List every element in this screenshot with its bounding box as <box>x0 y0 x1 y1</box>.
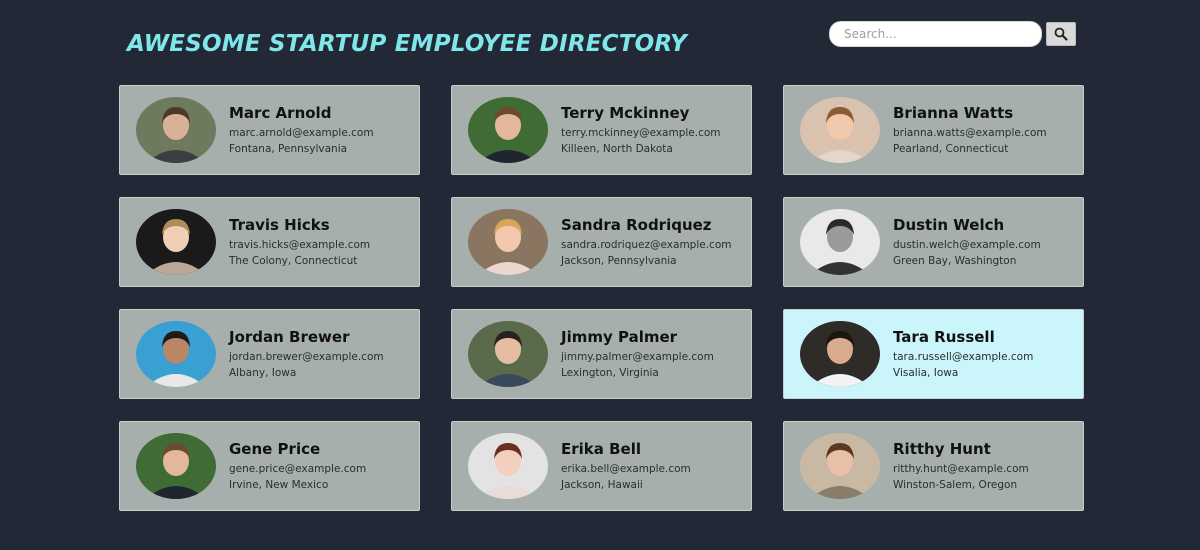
search-form <box>829 21 1076 47</box>
employee-name: Terry Mckinney <box>561 103 690 122</box>
employee-email: jimmy.palmer@example.com <box>561 350 714 363</box>
employee-location: The Colony, Connecticut <box>229 254 358 267</box>
employee-name: Gene Price <box>229 439 321 458</box>
employee-email: erika.bell@example.com <box>561 462 691 475</box>
avatar <box>136 97 216 163</box>
employee-info: Jimmy Palmer jimmy.palmer@example.com Lexi… <box>561 328 714 381</box>
employee-card[interactable]: Brianna Watts brianna.watts@example.com Pe… <box>783 85 1084 175</box>
employee-email: jordan.brewer@example.com <box>229 350 384 363</box>
employee-info: Travis Hicks travis.hicks@example.com The … <box>229 216 370 269</box>
employee-name: Jimmy Palmer <box>561 327 678 346</box>
employee-card[interactable]: Tara Russell tara.russell@example.com Visa… <box>783 309 1084 399</box>
employee-info: Erika Bell erika.bell@example.com Jackson,… <box>561 440 691 493</box>
employee-name: Brianna Watts <box>893 103 1014 122</box>
employee-info: Sandra Rodriquez sandra.rodriquez@example… <box>561 216 731 269</box>
employee-info: Tara Russell tara.russell@example.com Visa… <box>893 328 1033 381</box>
employee-info: Gene Price gene.price@example.com Irvine, … <box>229 440 366 493</box>
search-button[interactable] <box>1046 22 1076 46</box>
employee-location: Winston-Salem, Oregon <box>893 478 1018 491</box>
employee-card[interactable]: Travis Hicks travis.hicks@example.com The … <box>119 197 420 287</box>
avatar <box>468 97 548 163</box>
employee-info: Dustin Welch dustin.welch@example.com Gree… <box>893 216 1041 269</box>
employee-location: Pearland, Connecticut <box>893 142 1009 155</box>
employee-info: Jordan Brewer jordan.brewer@example.com Al… <box>229 328 384 381</box>
employee-email: ritthy.hunt@example.com <box>893 462 1029 475</box>
employee-info: Marc Arnold marc.arnold@example.com Fontan… <box>229 104 374 157</box>
employee-name: Sandra Rodriquez <box>561 215 712 234</box>
employee-card[interactable]: Dustin Welch dustin.welch@example.com Gree… <box>783 197 1084 287</box>
employee-location: Jackson, Hawaii <box>561 478 643 491</box>
avatar <box>136 433 216 499</box>
employee-location: Irvine, New Mexico <box>229 478 329 491</box>
employee-name: Erika Bell <box>561 439 641 458</box>
avatar <box>800 209 880 275</box>
employee-location: Visalia, Iowa <box>893 366 959 379</box>
employee-location: Jackson, Pennsylvania <box>561 254 677 267</box>
employee-email: tara.russell@example.com <box>893 350 1034 363</box>
avatar <box>136 321 216 387</box>
avatar <box>468 433 548 499</box>
employee-location: Fontana, Pennsylvania <box>229 142 348 155</box>
employee-grid: Marc Arnold marc.arnold@example.com Fontan… <box>119 85 1084 511</box>
employee-card[interactable]: Erika Bell erika.bell@example.com Jackson,… <box>451 421 752 511</box>
employee-email: marc.arnold@example.com <box>229 126 374 139</box>
avatar <box>468 209 548 275</box>
avatar <box>136 209 216 275</box>
search-input[interactable] <box>829 21 1042 47</box>
employee-name: Ritthy Hunt <box>893 439 991 458</box>
avatar <box>800 433 880 499</box>
magnifier-icon <box>1054 27 1068 41</box>
employee-name: Travis Hicks <box>229 215 330 234</box>
employee-card[interactable]: Jimmy Palmer jimmy.palmer@example.com Lexi… <box>451 309 752 399</box>
employee-email: brianna.watts@example.com <box>893 126 1047 139</box>
employee-name: Dustin Welch <box>893 215 1005 234</box>
employee-card[interactable]: Gene Price gene.price@example.com Irvine, … <box>119 421 420 511</box>
avatar <box>800 97 880 163</box>
employee-card[interactable]: Sandra Rodriquez sandra.rodriquez@example… <box>451 197 752 287</box>
employee-email: travis.hicks@example.com <box>229 238 371 251</box>
employee-name: Jordan Brewer <box>229 327 350 346</box>
employee-card[interactable]: Ritthy Hunt ritthy.hunt@example.com Winsto… <box>783 421 1084 511</box>
employee-location: Albany, Iowa <box>229 366 297 379</box>
employee-info: Ritthy Hunt ritthy.hunt@example.com Winsto… <box>893 440 1029 493</box>
employee-card[interactable]: Marc Arnold marc.arnold@example.com Fontan… <box>119 85 420 175</box>
employee-card[interactable]: Jordan Brewer jordan.brewer@example.com Al… <box>119 309 420 399</box>
avatar <box>468 321 548 387</box>
employee-email: terry.mckinney@example.com <box>561 126 721 139</box>
page-title: AWESOME STARTUP EMPLOYEE DIRECTORY <box>127 31 688 57</box>
employee-email: gene.price@example.com <box>229 462 367 475</box>
employee-email: sandra.rodriquez@example.com <box>561 238 732 251</box>
avatar <box>800 321 880 387</box>
employee-info: Brianna Watts brianna.watts@example.com Pe… <box>893 104 1047 157</box>
employee-location: Killeen, North Dakota <box>561 142 673 155</box>
employee-location: Green Bay, Washington <box>893 254 1017 267</box>
employee-name: Marc Arnold <box>229 103 332 122</box>
employee-info: Terry Mckinney terry.mckinney@example.com… <box>561 104 721 157</box>
employee-card[interactable]: Terry Mckinney terry.mckinney@example.com… <box>451 85 752 175</box>
employee-name: Tara Russell <box>893 327 995 346</box>
employee-location: Lexington, Virginia <box>561 366 659 379</box>
employee-email: dustin.welch@example.com <box>893 238 1041 251</box>
